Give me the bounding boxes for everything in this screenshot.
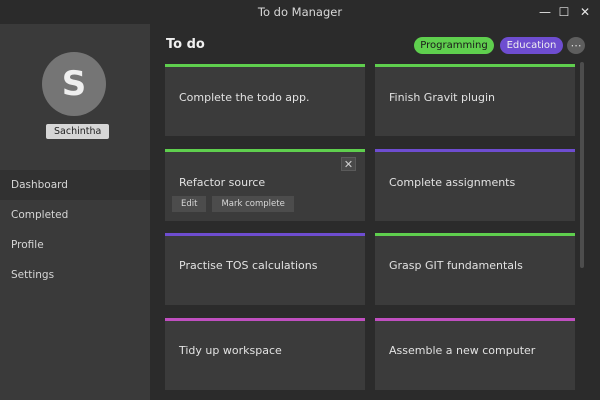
- card-color-bar: [375, 149, 575, 152]
- todo-card[interactable]: Tidy up workspace: [165, 318, 365, 390]
- card-label: Grasp GIT fundamentals: [389, 259, 523, 272]
- edit-button[interactable]: Edit: [172, 196, 207, 212]
- card-color-bar: [375, 318, 575, 321]
- tag-education[interactable]: Education: [500, 37, 563, 54]
- more-options-icon[interactable]: ⋯: [567, 37, 585, 54]
- close-icon[interactable]: ✕: [341, 157, 356, 171]
- card-actions: Edit Mark complete: [172, 196, 294, 212]
- username-badge: Sachintha: [46, 124, 110, 139]
- title-bar: To do Manager — ☐ ✕: [0, 0, 600, 24]
- sidebar-item-completed[interactable]: Completed: [0, 200, 150, 230]
- avatar-letter: S: [61, 64, 87, 104]
- card-label: Assemble a new computer: [389, 344, 536, 357]
- card-label: Practise TOS calculations: [179, 259, 318, 272]
- window-title: To do Manager: [257, 5, 343, 19]
- avatar[interactable]: S: [42, 52, 106, 116]
- todo-card[interactable]: Grasp GIT fundamentals: [375, 233, 575, 305]
- card-color-bar: [165, 318, 365, 321]
- card-label: Tidy up workspace: [179, 344, 282, 357]
- sidebar-item-profile[interactable]: Profile: [0, 230, 150, 260]
- card-color-bar: [165, 64, 365, 67]
- page-title: To do: [166, 37, 205, 52]
- todo-card[interactable]: Assemble a new computer: [375, 318, 575, 390]
- close-window-icon[interactable]: ✕: [577, 4, 593, 20]
- tag-programming[interactable]: Programming: [414, 37, 494, 54]
- todo-card[interactable]: Finish Gravit plugin: [375, 64, 575, 136]
- card-label: Refactor source: [179, 176, 266, 189]
- sidebar-item-dashboard[interactable]: Dashboard: [0, 170, 150, 200]
- card-label: Finish Gravit plugin: [389, 91, 495, 104]
- sidebar-nav: Dashboard Completed Profile Settings: [0, 170, 150, 290]
- card-color-bar: [165, 149, 365, 152]
- todo-card[interactable]: Practise TOS calculations: [165, 233, 365, 305]
- card-color-bar: [375, 233, 575, 236]
- sidebar: S Sachintha Dashboard Completed Profile …: [0, 24, 150, 400]
- card-label: Complete assignments: [389, 176, 516, 189]
- card-label: Complete the todo app.: [179, 91, 310, 104]
- mark-complete-button[interactable]: Mark complete: [212, 196, 294, 212]
- sidebar-item-settings[interactable]: Settings: [0, 260, 150, 290]
- card-color-bar: [165, 233, 365, 236]
- scrollbar[interactable]: [580, 62, 584, 268]
- card-color-bar: [375, 64, 575, 67]
- todo-card[interactable]: Complete the todo app.: [165, 64, 365, 136]
- todo-card[interactable]: Complete assignments: [375, 149, 575, 221]
- minimize-icon[interactable]: —: [537, 4, 553, 20]
- todo-card-expanded[interactable]: Refactor source ✕ Edit Mark complete: [165, 149, 365, 221]
- maximize-icon[interactable]: ☐: [556, 4, 572, 20]
